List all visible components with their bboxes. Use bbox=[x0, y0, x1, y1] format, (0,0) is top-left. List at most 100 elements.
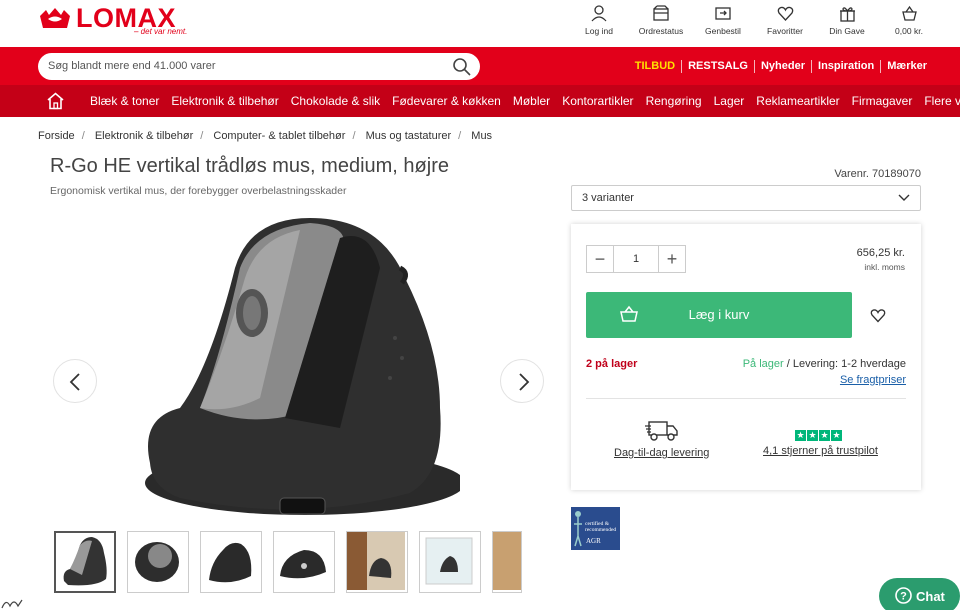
star-icon: ★ bbox=[831, 430, 842, 441]
buy-panel: − 1 + 656,25 kr. inkl. moms Læg i kurv 2… bbox=[571, 224, 921, 490]
search-input[interactable]: Søg blandt mere end 41.000 varer bbox=[38, 53, 480, 80]
promo-tilbud[interactable]: TILBUD bbox=[629, 60, 681, 73]
freight-prices-link[interactable]: Se fragtpriser bbox=[840, 374, 906, 386]
breadcrumb-item[interactable]: Mus bbox=[471, 130, 492, 142]
category-item[interactable]: Flere v bbox=[918, 94, 960, 108]
breadcrumb-item[interactable]: Forside bbox=[38, 130, 75, 142]
chat-label: Chat bbox=[916, 589, 945, 604]
category-item[interactable]: Rengøring bbox=[640, 94, 708, 108]
price-block: 656,25 kr. inkl. moms bbox=[857, 247, 905, 272]
star-icon: ★ bbox=[795, 430, 806, 441]
person-figure-icon bbox=[574, 511, 582, 547]
breadcrumb-item[interactable]: Elektronik & tilbehør bbox=[95, 130, 193, 142]
breadcrumb-separator: / bbox=[352, 130, 356, 142]
delivery-time: / Levering: 1-2 hverdage bbox=[783, 358, 906, 370]
promo-restsalg[interactable]: RESTSALG bbox=[681, 60, 754, 73]
breadcrumb-separator: / bbox=[458, 130, 462, 142]
product-subtitle: Ergonomisk vertikal mus, der forebygger … bbox=[50, 185, 347, 197]
lomax-logo-icon[interactable] bbox=[38, 6, 72, 34]
box-icon bbox=[653, 5, 669, 21]
gift-icon bbox=[839, 7, 855, 22]
basket-total: 0,00 kr. bbox=[895, 26, 923, 36]
price-vat-note: inkl. moms bbox=[864, 262, 905, 272]
delivery-truck-icon bbox=[645, 421, 678, 441]
breadcrumb-item[interactable]: Mus og tastaturer bbox=[366, 130, 452, 142]
product-price: 656,25 kr. bbox=[856, 247, 905, 259]
increase-quantity-button[interactable]: + bbox=[659, 246, 685, 272]
category-item[interactable]: Lager bbox=[708, 94, 751, 108]
category-item[interactable]: Møbler bbox=[507, 94, 556, 108]
add-to-cart-label: Læg i kurv bbox=[688, 307, 750, 322]
promo-inspiration[interactable]: Inspiration bbox=[811, 60, 880, 73]
search-icon[interactable] bbox=[452, 57, 472, 77]
thumbnail-2[interactable] bbox=[127, 531, 189, 593]
breadcrumb-separator: / bbox=[200, 130, 204, 142]
stock-status-line: På lager / Levering: 1-2 hverdage bbox=[743, 358, 906, 370]
heart-icon bbox=[777, 6, 793, 21]
svg-text:?: ? bbox=[900, 591, 907, 603]
thumbnail-strip bbox=[54, 531, 533, 593]
reorder-icon bbox=[715, 7, 731, 20]
quantity-input[interactable]: 1 bbox=[613, 246, 659, 272]
decrease-quantity-button[interactable]: − bbox=[587, 246, 613, 272]
search-placeholder: Søg blandt mere end 41.000 varer bbox=[48, 60, 216, 72]
category-list: Blæk & toner Elektronik & tilbehør Choko… bbox=[84, 94, 960, 108]
chevron-left-icon bbox=[69, 373, 80, 391]
basket-link[interactable]: 0,00 kr. bbox=[878, 4, 940, 36]
order-status-label: Ordrestatus bbox=[638, 26, 684, 36]
thumbnail-5[interactable] bbox=[346, 531, 408, 593]
top-header: LOMAX – det var nemt. Log ind Ordrestatu… bbox=[0, 0, 960, 47]
stock-count: 2 på lager bbox=[586, 358, 638, 370]
chat-button[interactable]: ? Chat bbox=[879, 578, 960, 610]
category-item[interactable]: Reklameartikler bbox=[750, 94, 845, 108]
brand-tagline: – det var nemt. bbox=[134, 27, 188, 36]
variant-select[interactable]: 3 varianter bbox=[571, 185, 921, 211]
favorites-link[interactable]: Favoritter bbox=[754, 4, 816, 36]
chevron-down-icon bbox=[898, 194, 910, 201]
category-item[interactable]: Chokolade & slik bbox=[285, 94, 386, 108]
thumbnail-3[interactable] bbox=[200, 531, 262, 593]
promo-maerker[interactable]: Mærker bbox=[880, 60, 933, 73]
star-icon: ★ bbox=[819, 430, 830, 441]
thumbnail-6[interactable] bbox=[419, 531, 481, 593]
quantity-stepper: − 1 + bbox=[586, 245, 686, 273]
gift-label: Din Gave bbox=[829, 26, 865, 36]
category-item[interactable]: Fødevarer & køkken bbox=[386, 94, 507, 108]
star-icon: ★ bbox=[807, 430, 818, 441]
stock-status: På lager bbox=[742, 358, 784, 370]
order-status-link[interactable]: Ordrestatus bbox=[630, 4, 692, 36]
product-main-image[interactable] bbox=[140, 208, 460, 528]
basket-icon bbox=[901, 5, 917, 21]
thumbnail-1[interactable] bbox=[54, 531, 116, 593]
delivery-link[interactable]: Dag-til-dag levering bbox=[614, 447, 709, 459]
gift-link[interactable]: Din Gave bbox=[816, 4, 878, 36]
add-to-favorites-heart-icon[interactable] bbox=[870, 308, 886, 323]
home-icon[interactable] bbox=[46, 92, 65, 110]
category-item[interactable]: Elektronik & tilbehør bbox=[165, 94, 284, 108]
image-prev-button[interactable] bbox=[53, 359, 97, 403]
user-icon bbox=[591, 5, 607, 22]
breadcrumb-item[interactable]: Computer- & tablet tilbehør bbox=[213, 130, 345, 142]
image-next-button[interactable] bbox=[500, 359, 544, 403]
variant-select-value: 3 varianter bbox=[582, 192, 634, 204]
promo-links: TILBUD RESTSALG Nyheder Inspiration Mærk… bbox=[629, 60, 933, 73]
decorative-icon bbox=[1, 599, 23, 609]
trustpilot-link[interactable]: 4,1 stjerner på trustpilot bbox=[763, 445, 878, 457]
breadcrumb-separator: / bbox=[81, 130, 85, 142]
thumbnail-4[interactable] bbox=[273, 531, 335, 593]
help-circle-icon: ? bbox=[895, 587, 912, 604]
header-icon-bar: Log ind Ordrestatus Genbestil Favoritter… bbox=[568, 4, 940, 36]
category-item[interactable]: Kontorartikler bbox=[556, 94, 639, 108]
badge-brand: AGR bbox=[586, 537, 601, 545]
login-label: Log ind bbox=[585, 26, 613, 36]
reorder-link[interactable]: Genbestil bbox=[692, 4, 754, 36]
category-item[interactable]: Firmagaver bbox=[846, 94, 919, 108]
chevron-right-icon bbox=[519, 373, 530, 391]
thumbnail-7[interactable] bbox=[492, 531, 522, 593]
promo-nyheder[interactable]: Nyheder bbox=[753, 60, 811, 73]
agr-certification-badge[interactable]: certified & recommended AGR bbox=[571, 507, 620, 550]
divider bbox=[586, 398, 906, 399]
category-item[interactable]: Blæk & toner bbox=[84, 94, 165, 108]
add-to-cart-button[interactable]: Læg i kurv bbox=[586, 292, 852, 338]
login-link[interactable]: Log ind bbox=[568, 4, 630, 36]
